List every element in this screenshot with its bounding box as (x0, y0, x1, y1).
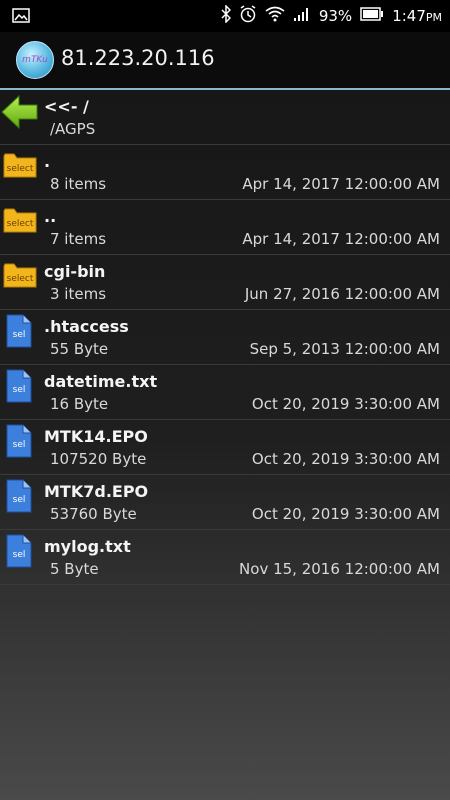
folder-badge: select (7, 274, 34, 284)
folder-badge: select (7, 219, 34, 229)
file-detail: 53760 Byte (50, 505, 137, 523)
file-detail: 107520 Byte (50, 450, 147, 468)
file-badge: sel (13, 440, 26, 450)
clock: 1:47PM (392, 7, 442, 25)
list-item[interactable]: select cgi-bin 3 items Jun 27, 2016 12:0… (0, 255, 450, 310)
signal-icon (293, 6, 311, 26)
file-date: Apr 14, 2017 12:00:00 AM (242, 230, 440, 248)
list-item[interactable]: select . 8 items Apr 14, 2017 12:00:00 A… (0, 145, 450, 200)
back-arrow-icon (0, 94, 40, 134)
file-detail: 3 items (50, 285, 107, 303)
list-item[interactable]: sel MTK7d.EPO 53760 Byte Oct 20, 2019 3:… (0, 475, 450, 530)
bluetooth-icon (221, 4, 231, 27)
folder-icon: select (3, 206, 37, 238)
list-item-parent[interactable]: <<- / /AGPS (0, 90, 450, 145)
file-name: MTK14.EPO (44, 427, 148, 446)
file-date: Oct 20, 2019 3:30:00 AM (251, 395, 440, 413)
file-name: cgi-bin (44, 262, 106, 281)
image-notification-icon (12, 8, 30, 27)
list-item[interactable]: sel mylog.txt 5 Byte Nov 15, 2016 12:00:… (0, 530, 450, 585)
list-item[interactable]: select .. 7 items Apr 14, 2017 12:00:00 … (0, 200, 450, 255)
file-name: mylog.txt (44, 537, 131, 556)
file-name: MTK7d.EPO (44, 482, 149, 501)
file-detail: 5 Byte (50, 560, 99, 578)
file-date: Apr 14, 2017 12:00:00 AM (242, 175, 440, 193)
file-icon: sel (6, 314, 32, 352)
file-date: Oct 20, 2019 3:30:00 AM (251, 505, 440, 523)
file-badge: sel (13, 495, 26, 505)
file-date: Jun 27, 2016 12:00:00 AM (244, 285, 440, 303)
file-name: .htaccess (44, 317, 129, 336)
file-icon: sel (6, 369, 32, 407)
file-icon: sel (6, 424, 32, 462)
page-title: 81.223.20.116 (61, 46, 215, 70)
file-path: /AGPS (50, 120, 96, 138)
status-bar: 93% 1:47PM (0, 0, 450, 32)
list-item[interactable]: sel MTK14.EPO 107520 Byte Oct 20, 2019 3… (0, 420, 450, 475)
file-icon: sel (6, 479, 32, 517)
file-badge: sel (13, 550, 26, 560)
folder-badge: select (7, 164, 34, 174)
file-badge: sel (13, 330, 26, 340)
list-item[interactable]: sel .htaccess 55 Byte Sep 5, 2013 12:00:… (0, 310, 450, 365)
file-icon: sel (6, 534, 32, 572)
file-date: Oct 20, 2019 3:30:00 AM (251, 450, 440, 468)
list-item[interactable]: sel datetime.txt 16 Byte Oct 20, 2019 3:… (0, 365, 450, 420)
alarm-icon (239, 5, 257, 27)
file-name: .. (44, 207, 57, 226)
app-logo: mTKu (16, 41, 54, 79)
app-bar: mTKu 81.223.20.116 (0, 32, 450, 90)
wifi-icon (265, 6, 285, 26)
file-detail: 16 Byte (50, 395, 109, 413)
folder-icon: select (3, 261, 37, 293)
file-date: Nov 15, 2016 12:00:00 AM (239, 560, 440, 578)
file-name: . (44, 152, 51, 171)
file-detail: 7 items (50, 230, 107, 248)
file-detail: 8 items (50, 175, 107, 193)
folder-icon: select (3, 151, 37, 183)
file-detail: 55 Byte (50, 340, 109, 358)
battery-icon (360, 7, 384, 25)
file-date: Sep 5, 2013 12:00:00 AM (249, 340, 440, 358)
file-badge: sel (13, 385, 26, 395)
file-name: datetime.txt (44, 372, 158, 391)
file-name: <<- / (44, 97, 89, 116)
battery-percent: 93% (318, 7, 353, 25)
file-list: <<- / /AGPS select . 8 items Apr 14, 201… (0, 90, 450, 585)
